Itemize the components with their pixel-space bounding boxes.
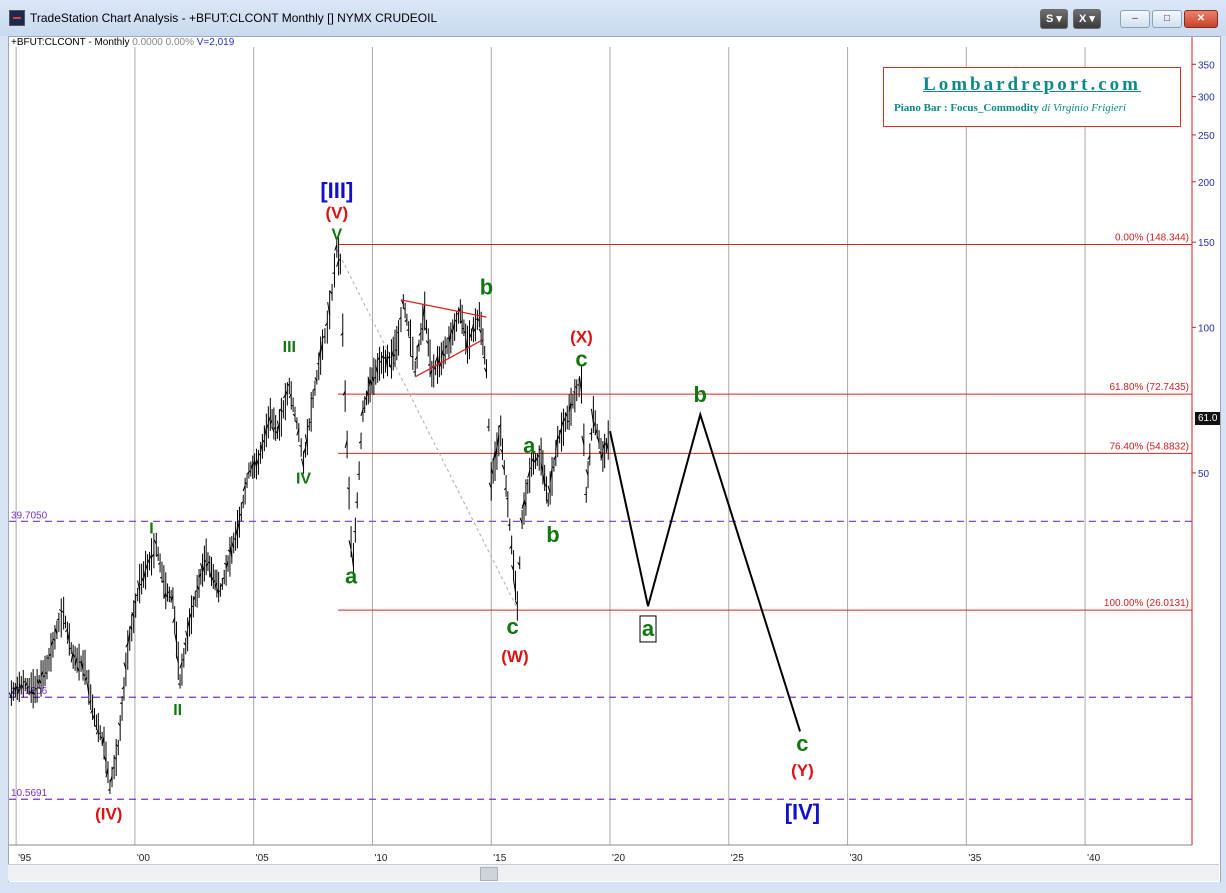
y-tick-label: 150 bbox=[1198, 238, 1215, 249]
fibonacci-level-label: 0.00% (148.344) bbox=[1115, 233, 1189, 244]
x-tick-label: '20 bbox=[612, 853, 625, 864]
wave-label: b bbox=[694, 382, 707, 407]
x-tick-label: '30 bbox=[850, 853, 863, 864]
logo-subtitle-text: Piano Bar : Focus_Commodity bbox=[894, 102, 1039, 114]
wave-label: I bbox=[149, 520, 153, 537]
x-tick-label: '40 bbox=[1087, 853, 1100, 864]
price-bar-open-tick bbox=[98, 732, 101, 735]
price-bar-open-tick bbox=[408, 336, 411, 339]
x-tick-label: '00 bbox=[137, 853, 150, 864]
y-tick-label: 50 bbox=[1198, 469, 1210, 480]
price-bar-open-tick bbox=[139, 583, 142, 586]
wave-label: b bbox=[546, 522, 559, 547]
watermark-logo-box: Lombardreport.com Piano Bar : Focus_Comm… bbox=[883, 67, 1181, 127]
price-bar-open-tick bbox=[413, 371, 416, 373]
price-chart[interactable]: '95 '00 '05 '10 '15 '20 '25 '30 '35 '40 350 300 250 2… bbox=[9, 37, 1220, 884]
price-bar-open-tick bbox=[290, 404, 294, 407]
scrollbar-thumb[interactable] bbox=[480, 867, 498, 881]
wave-label: (X) bbox=[570, 328, 593, 347]
wave-label: II bbox=[173, 702, 182, 719]
chart-area[interactable]: '95 '00 '05 '10 '15 '20 '25 '30 '35 '40 350 300 250 2… bbox=[8, 36, 1221, 885]
x-tick-label: '15 bbox=[493, 853, 506, 864]
logo-subtitle: Piano Bar : Focus_Commodity di Virginio … bbox=[894, 102, 1126, 114]
price-bar-open-tick bbox=[461, 327, 465, 330]
close-menu-button[interactable]: X ▾ bbox=[1073, 9, 1101, 29]
symbol-volume: V=2,019 bbox=[196, 37, 235, 48]
dotted-trend-line bbox=[336, 249, 518, 609]
level-label: 10.5691 bbox=[11, 788, 48, 799]
minimize-button[interactable]: – bbox=[1120, 10, 1150, 28]
horizontal-scrollbar[interactable] bbox=[8, 864, 1219, 881]
x-tick-label: '05 bbox=[256, 853, 269, 864]
wave-label: (V) bbox=[325, 203, 348, 222]
x-tick-label: '10 bbox=[374, 853, 387, 864]
wave-label: (W) bbox=[501, 647, 528, 666]
close-button[interactable]: ✕ bbox=[1184, 10, 1218, 28]
app-icon bbox=[9, 10, 25, 26]
y-tick-label: 100 bbox=[1198, 323, 1215, 334]
wave-label: a bbox=[523, 433, 536, 458]
last-price-tag: 61.0 bbox=[1195, 412, 1220, 425]
wave-label: c bbox=[506, 614, 518, 639]
wave-label: [III] bbox=[320, 178, 353, 203]
wave-label: (IV) bbox=[95, 804, 122, 823]
price-bar-open-tick bbox=[446, 337, 450, 339]
y-tick-label: 300 bbox=[1198, 93, 1215, 104]
wave-label: b bbox=[480, 274, 493, 299]
x-tick-label: '25 bbox=[731, 853, 744, 864]
status-strip bbox=[0, 882, 1226, 893]
y-tick-label: 200 bbox=[1198, 178, 1215, 189]
wave-label: (Y) bbox=[791, 761, 814, 780]
wave-label: III bbox=[283, 339, 296, 356]
wave-label: c bbox=[796, 731, 808, 756]
title-bar: TradeStation Chart Analysis - +BFUT:CLCO… bbox=[0, 0, 1226, 36]
wave-label: a bbox=[642, 616, 655, 641]
wave-label: a bbox=[345, 564, 358, 589]
logo-title: Lombardreport.com bbox=[923, 74, 1141, 95]
price-bar-open-tick bbox=[177, 683, 181, 685]
price-bar-open-tick bbox=[44, 672, 48, 674]
x-tick-label: '95 bbox=[18, 853, 31, 864]
symbol-menu-button[interactable]: S ▾ bbox=[1040, 9, 1068, 29]
price-bar-open-tick bbox=[576, 384, 580, 386]
maximize-button[interactable]: □ bbox=[1152, 10, 1182, 28]
y-tick-label: 250 bbox=[1198, 131, 1215, 142]
logo-author: di Virginio Frigieri bbox=[1041, 102, 1127, 114]
fibonacci-level-label: 61.80% (72.7435) bbox=[1109, 382, 1189, 393]
wave-label: [IV] bbox=[785, 799, 820, 824]
window-title: TradeStation Chart Analysis - +BFUT:CLCO… bbox=[30, 11, 438, 25]
price-bar-open-tick bbox=[538, 448, 542, 451]
y-tick-label: 350 bbox=[1198, 60, 1215, 71]
level-label: 39.7050 bbox=[11, 510, 48, 521]
symbol-info-line: +BFUT:CLCONT - Monthly 0.0000 0.00% V=2,… bbox=[11, 37, 234, 48]
fibonacci-level-label: 100.00% (26.0131) bbox=[1104, 598, 1189, 609]
symbol-change: 0.0000 bbox=[132, 37, 163, 48]
symbol-pct: 0.00% bbox=[165, 37, 194, 48]
price-bar-open-tick bbox=[11, 691, 14, 693]
fibonacci-level-label: 76.40% (54.8832) bbox=[1109, 441, 1189, 452]
wave-label: V bbox=[331, 226, 342, 243]
wave-label: c bbox=[575, 346, 587, 371]
price-bar-open-tick bbox=[135, 594, 138, 597]
price-bar-open-tick bbox=[307, 425, 310, 428]
price-bar-open-tick bbox=[551, 466, 555, 468]
symbol-name: +BFUT:CLCONT - Monthly bbox=[11, 37, 130, 48]
wave-label: IV bbox=[296, 471, 311, 488]
projection-path bbox=[609, 411, 801, 732]
x-tick-label: '35 bbox=[968, 853, 981, 864]
triangle-boundary-line bbox=[400, 299, 487, 318]
